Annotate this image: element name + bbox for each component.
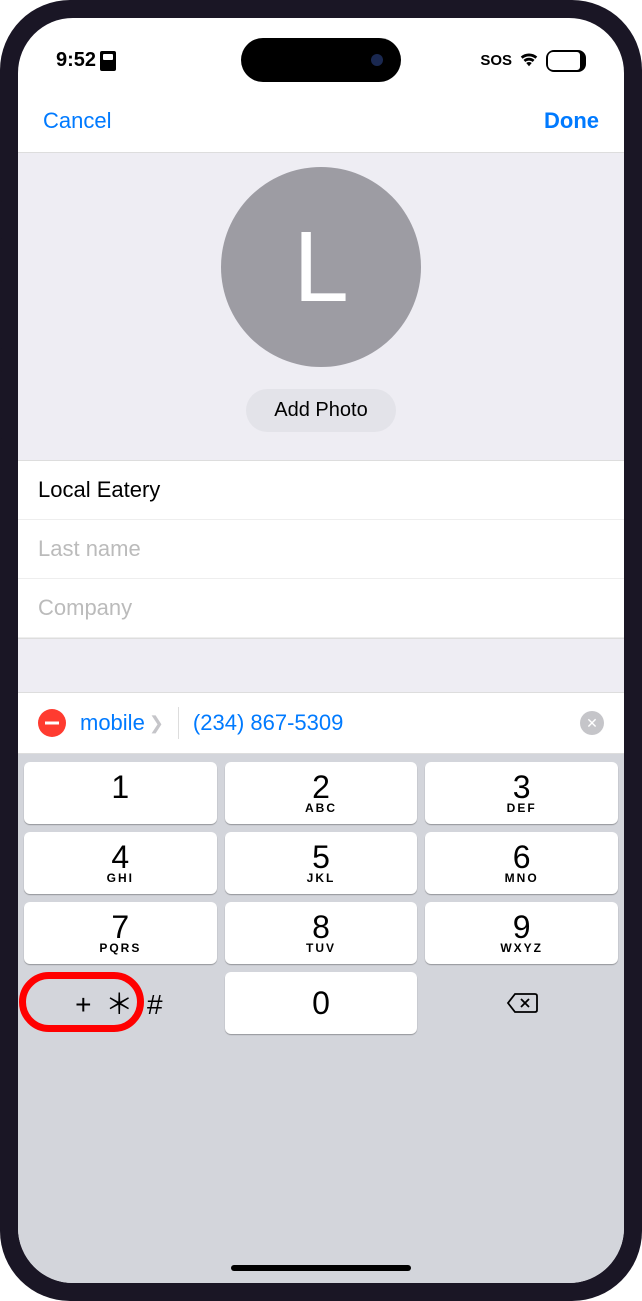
section-gap: [18, 638, 624, 693]
keypad-key-2[interactable]: 2ABC: [225, 762, 418, 824]
keypad-key-7[interactable]: 7PQRS: [24, 902, 217, 964]
first-name-field[interactable]: Local Eatery: [18, 461, 624, 520]
remove-phone-button[interactable]: [38, 709, 66, 737]
phone-number-field[interactable]: (234) 867-5309: [193, 710, 566, 736]
chevron-right-icon: ❯: [149, 713, 164, 734]
keypad-key-0[interactable]: 0: [225, 972, 418, 1034]
wifi-icon: [518, 49, 540, 73]
keypad-key-1[interactable]: 1: [24, 762, 217, 824]
battery-icon: 80: [546, 50, 586, 72]
backspace-key[interactable]: [425, 972, 618, 1034]
sos-indicator: SOS: [480, 52, 512, 69]
keypad-key-5[interactable]: 5JKL: [225, 832, 418, 894]
fields-section: Local Eatery Last name Company: [18, 461, 624, 638]
keypad: 1 2ABC3DEF 4GHI5JKL6MNO 7PQRS8TUV9WXYZ + ＊ …: [18, 754, 624, 1283]
divider: [178, 707, 179, 739]
keypad-key-4[interactable]: 4GHI: [24, 832, 217, 894]
keypad-key-3[interactable]: 3DEF: [425, 762, 618, 824]
status-time: 9:52: [56, 49, 96, 72]
phone-row: mobile ❯ (234) 867-5309 ✕: [18, 693, 624, 754]
keypad-key-6[interactable]: 6MNO: [425, 832, 618, 894]
phone-type-selector[interactable]: mobile ❯: [80, 710, 164, 736]
photo-section: L Add Photo: [18, 152, 624, 461]
avatar[interactable]: L: [221, 167, 421, 367]
last-name-field[interactable]: Last name: [18, 520, 624, 579]
clear-button[interactable]: ✕: [580, 711, 604, 735]
keypad-key-8[interactable]: 8TUV: [225, 902, 418, 964]
avatar-initial: L: [293, 210, 349, 325]
dynamic-island: [241, 38, 401, 82]
home-indicator[interactable]: [231, 1265, 411, 1271]
nav-bar: Cancel Done: [18, 88, 624, 152]
done-button[interactable]: Done: [544, 108, 599, 134]
cancel-button[interactable]: Cancel: [43, 108, 111, 134]
keypad-key-9[interactable]: 9WXYZ: [425, 902, 618, 964]
add-photo-button[interactable]: Add Photo: [246, 389, 395, 432]
keypad-symbols-key[interactable]: + ＊ #: [24, 972, 217, 1034]
company-field[interactable]: Company: [18, 579, 624, 638]
sim-icon: [100, 51, 116, 71]
